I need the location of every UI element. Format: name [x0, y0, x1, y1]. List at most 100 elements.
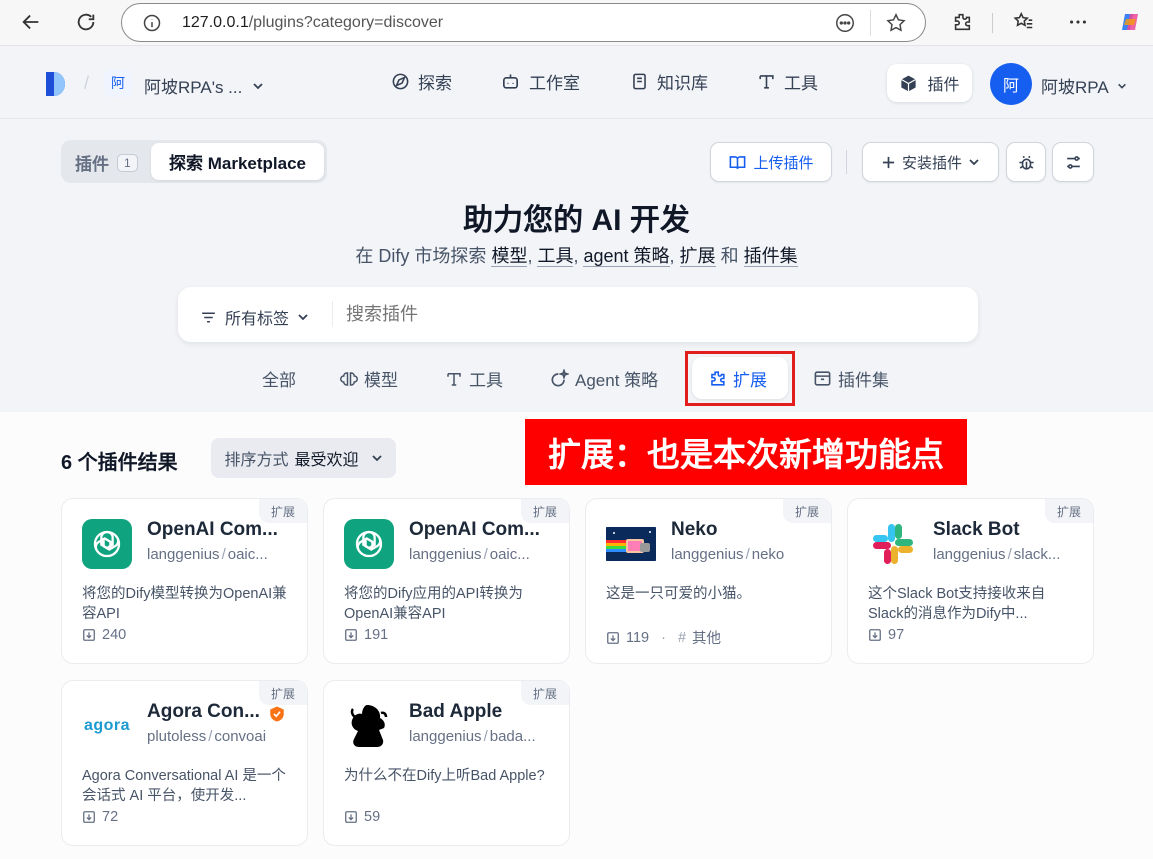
category-badge: 扩展 [783, 499, 831, 523]
install-count-value: 240 [102, 627, 127, 643]
address-bar[interactable]: 127.0.0.1/plugins?category=discover [121, 3, 926, 42]
hash-icon: # [677, 629, 687, 646]
category-tools[interactable]: 工具 [445, 366, 503, 391]
more-menu-icon[interactable] [1066, 10, 1090, 34]
category-agent-strategy[interactable]: Agent 策略 [549, 366, 658, 391]
tag-filter-label: 所有标签 [225, 311, 290, 328]
workspace-name: 阿坡RPA's ... [144, 78, 243, 97]
category-badge: 扩展 [1045, 499, 1093, 523]
robot-icon [503, 74, 518, 89]
book-icon [633, 73, 646, 90]
agent-sparkle-icon [551, 368, 569, 386]
plugin-title: OpenAI Com... [409, 519, 540, 540]
download-box-icon [83, 811, 95, 823]
install-count-value: 191 [364, 627, 389, 643]
user-avatar[interactable]: 阿 [990, 63, 1032, 105]
back-icon[interactable] [19, 10, 43, 34]
nav-explore[interactable]: 探索 [391, 69, 452, 94]
plugins-button-label: 插件 [927, 77, 960, 94]
nav-tools-label: 工具 [784, 74, 818, 93]
openai-icon [82, 519, 132, 569]
category-models[interactable]: 模型 [340, 366, 398, 391]
copilot-icon[interactable] [1118, 10, 1142, 34]
plugin-author: langgenius / oaic... [409, 546, 530, 563]
plugin-description: Agora Conversational AI 是一个会话式 AI 平台，使开发… [82, 768, 286, 804]
category-all[interactable]: 全部 [262, 366, 296, 391]
sort-value: 最受欢迎 [294, 452, 359, 469]
tab-installed-plugins[interactable]: 插件 1 [75, 150, 138, 175]
hero-item-agent-strategy[interactable]: agent 策略 [583, 246, 670, 267]
user-name: 阿坡RPA [1041, 78, 1109, 97]
plugin-card[interactable]: 扩展 Neko langgenius / neko 这是一只可爱的小猫。 119 ·… [585, 498, 832, 664]
settings-sliders-icon [1066, 155, 1080, 169]
category-bundles-label: 插件集 [838, 371, 889, 390]
download-box-icon [607, 631, 619, 644]
plugins-button[interactable]: 插件 [887, 64, 972, 102]
plugin-card[interactable]: 扩展 Slack Bot langgenius / slack... 这个Slack… [847, 498, 1094, 664]
plugin-card[interactable]: 扩展 agora Agora Con... plutoless / convoai … [61, 680, 308, 846]
plugin-card[interactable]: 扩展 OpenAI Com... langgenius / oaic... 将您的D… [323, 498, 570, 664]
hero-item-extensions[interactable]: 扩展 [679, 246, 716, 267]
hero-item-bundles[interactable]: 插件集 [743, 246, 798, 267]
upload-plugin-label: 上传插件 [753, 154, 814, 172]
reading-mode-icon[interactable] [834, 12, 856, 34]
debug-button[interactable] [1006, 142, 1046, 182]
category-all-label: 全部 [262, 371, 296, 390]
sort-prefix: 排序方式 [224, 452, 289, 469]
workspace-selector[interactable]: 阿坡RPA's ... [144, 73, 264, 98]
category-badge: 扩展 [259, 681, 307, 705]
plugin-slug: oaic... [227, 546, 268, 563]
search-input[interactable] [346, 299, 946, 329]
download-box-icon [345, 629, 357, 641]
nav-studio[interactable]: 工作室 [500, 69, 580, 94]
category-bundles[interactable]: 插件集 [813, 366, 889, 391]
plugin-slug: neko [751, 546, 785, 563]
author-name: langgenius [671, 546, 744, 563]
nav-tools[interactable]: 工具 [757, 69, 818, 94]
nav-explore-label: 探索 [418, 74, 452, 93]
search-bar: 所有标签 [178, 287, 978, 342]
url-path: /plugins?category=discover [248, 14, 444, 31]
install-count-value: 97 [888, 627, 905, 643]
plugin-author: plutoless / convoai [147, 728, 267, 745]
brain-icon [340, 371, 358, 386]
upload-plugin-button[interactable]: 上传插件 [710, 142, 832, 182]
plugin-author: langgenius / bada... [409, 728, 536, 745]
plugin-author: langgenius / neko [671, 546, 785, 563]
url-text[interactable]: 127.0.0.1/plugins?category=discover [182, 14, 443, 32]
partner-shield-icon [268, 705, 286, 723]
install-count: 191 [344, 627, 388, 643]
nav-knowledge[interactable]: 知识库 [630, 69, 708, 94]
divider [846, 150, 847, 174]
user-menu[interactable]: 阿坡RPA [1041, 73, 1127, 98]
category-tools-label: 工具 [469, 371, 503, 390]
breadcrumb-separator: / [84, 73, 90, 93]
site-info-icon[interactable] [142, 13, 162, 33]
tab-marketplace[interactable]: 探索 Marketplace [151, 143, 324, 180]
nav-studio-label: 工作室 [529, 74, 580, 93]
archive-box-icon [814, 371, 831, 386]
tag-filter-dropdown[interactable]: 所有标签 [200, 305, 309, 329]
plugin-card[interactable]: 扩展 Bad Apple langgenius / bada... 为什么不在Dif… [323, 680, 570, 846]
hero-item-models[interactable]: 模型 [491, 246, 528, 267]
dify-logo-icon[interactable] [44, 71, 68, 97]
hero-item-tools[interactable]: 工具 [537, 246, 574, 267]
favorite-star-icon[interactable] [885, 12, 907, 34]
plugin-card[interactable]: 扩展 OpenAI Com... langgenius / oaic... 将您的D… [61, 498, 308, 664]
extensions-puzzle-icon[interactable] [950, 10, 974, 34]
plugin-title: Slack Bot [933, 519, 1020, 540]
reload-icon[interactable] [74, 10, 98, 34]
slack-icon [868, 519, 918, 569]
plugin-title: Neko [671, 519, 718, 540]
divider [870, 10, 871, 36]
plus-icon [882, 156, 895, 168]
install-plugin-button[interactable]: 安装插件 [862, 142, 999, 182]
plugin-settings-button[interactable] [1052, 142, 1094, 182]
hero-subtitle-and: 和 [720, 246, 739, 266]
favorites-list-icon[interactable] [1012, 10, 1036, 34]
chevron-down-icon [371, 455, 382, 462]
results-count: 6 个插件结果 [61, 452, 178, 474]
divider [992, 13, 993, 33]
plugin-title: OpenAI Com... [147, 519, 278, 540]
sort-dropdown[interactable]: 排序方式 最受欢迎 [211, 438, 396, 478]
